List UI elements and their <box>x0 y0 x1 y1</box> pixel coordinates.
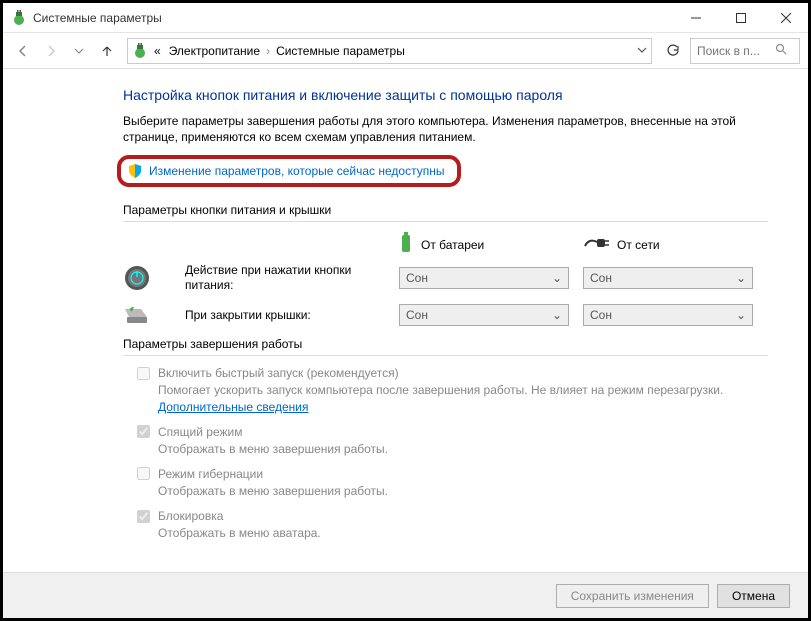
lid-close-icon <box>123 301 151 329</box>
fast-startup-more-link[interactable]: Дополнительные сведения <box>158 400 308 414</box>
search-box[interactable] <box>690 38 800 64</box>
chevron-down-icon: ⌄ <box>736 308 746 322</box>
back-button[interactable] <box>11 39 35 63</box>
unlock-settings-link[interactable]: Изменение параметров, которые сейчас нед… <box>149 164 445 178</box>
fast-startup-desc: Помогает ускорить запуск компьютера посл… <box>158 382 768 414</box>
power-button-plugged-select[interactable]: Сон⌄ <box>583 267 753 289</box>
search-input[interactable] <box>697 44 769 58</box>
lid-close-plugged-select[interactable]: Сон⌄ <box>583 304 753 326</box>
lock-checkbox[interactable] <box>137 510 150 523</box>
save-button[interactable]: Сохранить изменения <box>556 584 709 608</box>
lid-close-battery-select[interactable]: Сон⌄ <box>399 304 569 326</box>
minimize-button[interactable] <box>673 3 718 32</box>
power-button-battery-select[interactable]: Сон⌄ <box>399 267 569 289</box>
chevron-down-icon[interactable] <box>637 44 647 58</box>
shield-icon <box>127 163 143 179</box>
page-description: Выберите параметры завершения работы для… <box>123 113 768 145</box>
recent-dropdown[interactable] <box>67 39 91 63</box>
option-lock: Блокировка Отображать в меню аватара. <box>137 509 768 541</box>
unlock-settings-highlight: Изменение параметров, которые сейчас нед… <box>117 155 461 187</box>
maximize-button[interactable] <box>718 3 763 32</box>
footer: Сохранить изменения Отмена <box>3 572 808 618</box>
option-fast-startup: Включить быстрый запуск (рекомендуется) … <box>137 366 768 414</box>
column-plugged-label: От сети <box>617 238 660 252</box>
hibernate-label: Режим гибернации <box>158 467 263 481</box>
breadcrumb-prefix: « <box>152 44 163 58</box>
lid-close-label: При закрытии крышки: <box>185 308 385 323</box>
power-plan-icon <box>11 10 27 26</box>
chevron-right-icon: › <box>266 44 270 58</box>
breadcrumb-item[interactable]: Электропитание <box>167 44 262 58</box>
option-sleep: Спящий режим Отображать в меню завершени… <box>137 425 768 457</box>
search-icon <box>775 43 787 58</box>
window: Системные параметры « Электропитание › С… <box>0 0 811 621</box>
column-battery-label: От батареи <box>421 238 484 252</box>
breadcrumb-item[interactable]: Системные параметры <box>274 44 407 58</box>
plug-icon <box>583 236 609 253</box>
option-hibernate: Режим гибернации Отображать в меню завер… <box>137 467 768 499</box>
section-divider <box>123 355 768 356</box>
chevron-down-icon: ⌄ <box>552 271 562 285</box>
section-buttons-lid: Параметры кнопки питания и крышки <box>123 203 768 217</box>
chevron-down-icon: ⌄ <box>736 271 746 285</box>
power-columns-header: От батареи От сети <box>123 232 768 257</box>
fast-startup-label: Включить быстрый запуск (рекомендуется) <box>158 366 399 380</box>
page-title: Настройка кнопок питания и включение защ… <box>123 87 768 103</box>
sleep-desc: Отображать в меню завершения работы. <box>158 441 768 457</box>
cancel-button[interactable]: Отмена <box>717 584 790 608</box>
forward-button[interactable] <box>39 39 63 63</box>
chevron-down-icon: ⌄ <box>552 308 562 322</box>
up-button[interactable] <box>95 39 119 63</box>
shutdown-options: Включить быстрый запуск (рекомендуется) … <box>123 366 768 541</box>
breadcrumb[interactable]: « Электропитание › Системные параметры <box>127 38 652 64</box>
navbar: « Электропитание › Системные параметры <box>3 33 808 69</box>
window-title: Системные параметры <box>33 11 673 25</box>
titlebar: Системные параметры <box>3 3 808 33</box>
sleep-label: Спящий режим <box>158 425 242 439</box>
close-button[interactable] <box>763 3 808 32</box>
power-button-label: Действие при нажатии кнопки питания: <box>185 263 385 293</box>
lock-label: Блокировка <box>158 509 223 523</box>
battery-icon <box>399 232 413 257</box>
sleep-checkbox[interactable] <box>137 425 150 438</box>
power-button-icon <box>123 264 151 292</box>
lock-desc: Отображать в меню аватара. <box>158 525 768 541</box>
power-button-row: Действие при нажатии кнопки питания: Сон… <box>123 263 768 293</box>
hibernate-desc: Отображать в меню завершения работы. <box>158 483 768 499</box>
window-buttons <box>673 3 808 32</box>
section-shutdown: Параметры завершения работы <box>123 337 768 351</box>
lid-close-row: При закрытии крышки: Сон⌄ Сон⌄ <box>123 301 768 329</box>
fast-startup-checkbox[interactable] <box>137 367 150 380</box>
power-plan-icon <box>132 43 148 59</box>
refresh-button[interactable] <box>660 38 686 64</box>
section-divider <box>123 221 768 222</box>
content-area: Настройка кнопок питания и включение защ… <box>3 69 808 572</box>
hibernate-checkbox[interactable] <box>137 467 150 480</box>
